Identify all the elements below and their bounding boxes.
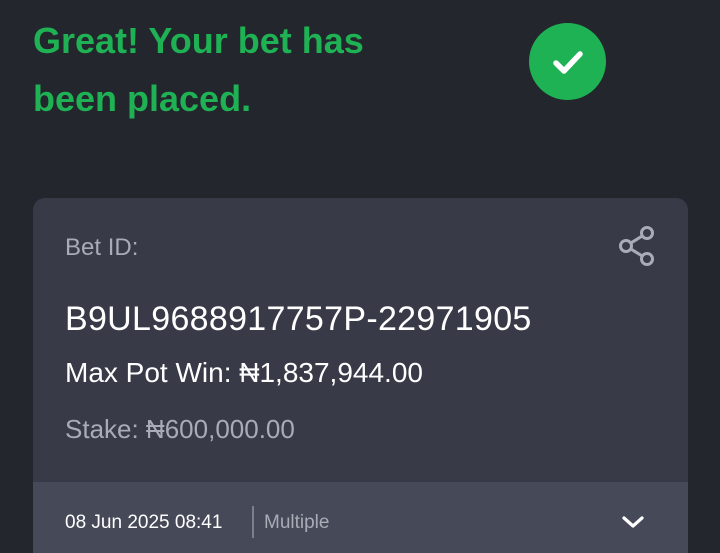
chevron-down-icon (622, 516, 644, 528)
confirmation-headline: Great! Your bet has been placed. (33, 20, 364, 119)
bet-date-time: 08 Jun 2025 08:41 (65, 512, 223, 533)
bet-confirmation-screen: Great! Your bet has been placed. Bet ID:… (0, 0, 720, 553)
share-icon (619, 226, 654, 266)
expand-button[interactable] (613, 502, 653, 542)
bet-type: Multiple (264, 512, 330, 533)
bet-card: Bet ID: B9UL9688917757P-22971905 Max Pot… (33, 198, 688, 553)
footer-divider (252, 506, 254, 538)
max-pot-win: Max Pot Win: ₦1,837,944.00 (65, 357, 423, 388)
check-circle-icon (529, 23, 606, 100)
share-button[interactable] (613, 222, 661, 270)
bet-id-label: Bet ID: (65, 234, 139, 261)
stake-amount: Stake: ₦600,000.00 (65, 414, 295, 444)
bet-id-value: B9UL9688917757P-22971905 (65, 300, 532, 338)
bet-card-footer: 08 Jun 2025 08:41 Multiple (33, 482, 688, 553)
